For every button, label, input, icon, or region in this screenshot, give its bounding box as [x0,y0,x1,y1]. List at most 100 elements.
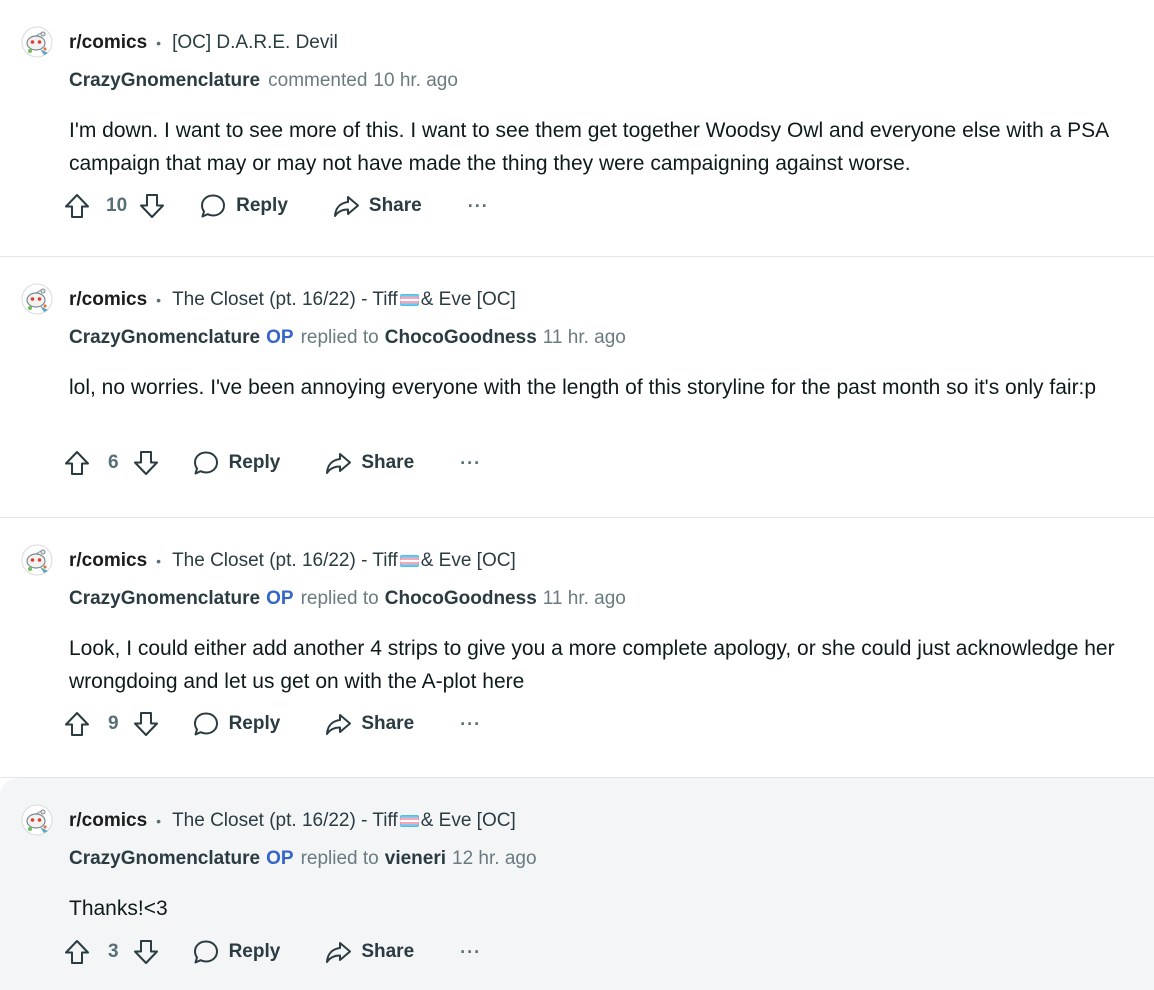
comment-meta: CrazyGnomenclature OP replied to ChocoGo… [69,325,626,351]
parent-author-link[interactable]: ChocoGoodness [385,588,537,610]
reply-label: Reply [228,713,281,734]
comment-action-bar: 3 Reply Share ··· [62,932,481,972]
comment-card[interactable]: r/comics • [OC] D.A.R.E. Devil CrazyGnom… [0,0,1154,257]
share-button[interactable]: Share [324,710,414,738]
author-link[interactable]: CrazyGnomenclature [69,327,260,349]
downvote-arrow-icon [140,194,165,218]
snoo-avatar-icon[interactable] [21,544,53,576]
upvote-button[interactable] [62,191,92,221]
comment-context: r/comics • The Closet (pt. 16/22) - Tiff… [69,548,516,574]
author-link[interactable]: CrazyGnomenclature [69,848,260,870]
comment-verb: replied to [300,848,379,869]
reply-label: Reply [236,195,288,216]
comment-card[interactable]: r/comics • The Closet (pt. 16/22) - Tiff… [0,257,1154,518]
more-options-button[interactable]: ··· [460,453,481,474]
share-button[interactable]: Share [324,449,414,477]
downvote-button[interactable] [131,448,161,478]
reply-button[interactable]: Reply [192,710,281,738]
upvote-button[interactable] [62,937,92,967]
op-badge: OP [266,848,294,869]
share-arrow-icon [326,453,352,474]
comment-action-bar: 9 Reply Share ··· [62,704,481,744]
upvote-button[interactable] [62,448,92,478]
comment-meta: CrazyGnomenclature OP replied to ChocoGo… [69,586,626,612]
vote-count: 9 [108,713,119,734]
share-label: Share [361,713,415,734]
separator-dot: • [156,35,162,51]
comment-body: Thanks!<3 [69,897,168,920]
post-title-text-end: & Eve [OC] [420,289,516,310]
upvote-arrow-icon [65,194,89,218]
more-options-icon: ··· [467,195,489,216]
comment-timestamp[interactable]: 12 hr. ago [452,848,537,870]
snoo-avatar-icon[interactable] [21,283,53,315]
share-button[interactable]: Share [332,192,422,220]
downvote-arrow-icon [133,940,158,964]
reply-label: Reply [228,452,281,473]
post-title-text: [OC] D.A.R.E. Devil [172,32,338,53]
post-title-text-end: & Eve [OC] [420,550,516,571]
reply-button[interactable]: Reply [192,938,281,966]
post-title-link[interactable]: The Closet (pt. 16/22) - Tiff & Eve [OC] [172,810,516,832]
upvote-arrow-icon [65,451,89,475]
subreddit-link[interactable]: r/comics [69,289,147,311]
snoo-avatar-icon[interactable] [21,26,53,58]
upvote-button[interactable] [62,709,92,739]
more-options-button[interactable]: ··· [460,942,481,963]
comment-bubble-icon [193,451,218,475]
upvote-arrow-icon [65,712,89,736]
share-label: Share [368,195,422,216]
comment-body: I'm down. I want to see more of this. I … [69,119,1108,175]
share-label: Share [361,941,415,962]
share-button[interactable]: Share [324,938,414,966]
comment-action-bar: 10 Reply Share ··· [62,186,489,226]
comment-timestamp[interactable]: 11 hr. ago [543,327,626,349]
author-link[interactable]: CrazyGnomenclature [69,588,260,610]
comment-verb: commented [268,70,368,91]
reply-button[interactable]: Reply [199,192,288,220]
post-title-link[interactable]: [OC] D.A.R.E. Devil [172,32,338,54]
op-badge: OP [266,327,294,348]
comment-bubble-icon [193,940,218,964]
share-label: Share [361,452,415,473]
comment-verb: replied to [300,327,379,348]
op-badge: OP [266,588,294,609]
subreddit-link[interactable]: r/comics [69,550,147,572]
more-options-button[interactable]: ··· [468,196,489,217]
trans-flag-emoji-icon [399,555,419,567]
more-options-icon: ··· [460,941,482,962]
comment-context: r/comics • [OC] D.A.R.E. Devil [69,30,338,56]
comment-action-bar: 6 Reply Share ··· [62,443,481,483]
separator-dot: • [156,553,162,569]
post-title-link[interactable]: The Closet (pt. 16/22) - Tiff & Eve [OC] [172,289,516,311]
comment-card[interactable]: r/comics • The Closet (pt. 16/22) - Tiff… [0,518,1154,778]
post-title-link[interactable]: The Closet (pt. 16/22) - Tiff & Eve [OC] [172,550,516,572]
share-arrow-icon [326,714,352,735]
downvote-button[interactable] [131,937,161,967]
comment-timestamp[interactable]: 10 hr. ago [373,70,458,92]
comment-body: Look, I could either add another 4 strip… [69,637,1115,693]
comment-verb: replied to [300,588,379,609]
post-title-text: The Closet (pt. 16/22) - Tiff [172,289,398,310]
comment-card-highlighted[interactable]: r/comics • The Closet (pt. 16/22) - Tiff… [0,778,1154,990]
snoo-avatar-icon[interactable] [21,804,53,836]
post-title-text: The Closet (pt. 16/22) - Tiff [172,810,398,831]
subreddit-link[interactable]: r/comics [69,32,147,54]
parent-author-link[interactable]: vieneri [385,848,446,870]
downvote-arrow-icon [133,451,158,475]
comment-meta: CrazyGnomenclature OP replied to vieneri… [69,846,537,872]
comment-bubble-icon [193,712,218,736]
share-arrow-icon [326,942,352,963]
comment-timestamp[interactable]: 11 hr. ago [543,588,626,610]
reply-label: Reply [228,941,281,962]
comment-bubble-icon [201,194,226,218]
reply-button[interactable]: Reply [192,449,281,477]
downvote-button[interactable] [137,191,167,221]
subreddit-link[interactable]: r/comics [69,810,147,832]
parent-author-link[interactable]: ChocoGoodness [385,327,537,349]
author-link[interactable]: CrazyGnomenclature [69,70,260,92]
more-options-button[interactable]: ··· [460,714,481,735]
downvote-button[interactable] [131,709,161,739]
downvote-arrow-icon [133,712,158,736]
comment-context: r/comics • The Closet (pt. 16/22) - Tiff… [69,808,516,834]
